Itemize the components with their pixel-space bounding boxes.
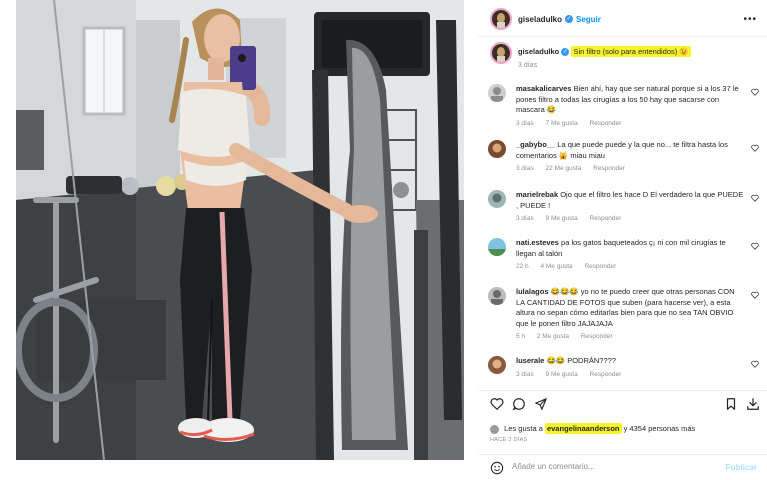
actions-divider (478, 390, 767, 391)
comment-text: 😂😂😂 yo no te puedo creer que otras perso… (516, 287, 735, 328)
comment-likes[interactable]: 9 Me gusta (546, 371, 578, 378)
comment-likes[interactable]: 2 Me gusta (537, 333, 569, 340)
comment-username[interactable]: luserale (516, 356, 544, 365)
reply-button[interactable]: Responder (584, 263, 616, 270)
commenter-avatar[interactable] (488, 287, 506, 305)
follow-button[interactable]: Seguir (576, 15, 601, 24)
comment-item: lulalagos 😂😂😂 yo no te puedo creer que o… (478, 287, 767, 347)
heart-icon[interactable] (751, 88, 759, 96)
commenter-avatar[interactable] (488, 140, 506, 158)
comment-item: nati.esteves pa los gatos baqueteados ç¡… (478, 238, 767, 276)
comment-username[interactable]: lulalagos (516, 287, 549, 296)
caption-text: Sin filtro (solo para entendidos) 😉 (571, 46, 691, 57)
comment-text: 😂😂 PODRÁN???? (546, 356, 616, 365)
comment-time: 5 h (516, 333, 526, 340)
comment-username[interactable]: marielrebak (516, 190, 558, 199)
emoji-icon[interactable] (490, 461, 504, 475)
comment-likes[interactable]: 9 Me gusta (546, 215, 578, 222)
likes-count[interactable]: y 4354 personas más (624, 424, 696, 433)
add-comment-bar: Publicar (478, 454, 767, 480)
post-header: giseladulko ✓ Seguir ••• (478, 2, 767, 36)
comment-time: 3 días (516, 215, 534, 222)
post-date: HACE 3 DÍAS (490, 437, 528, 443)
instagram-post-window: giseladulko ✓ Seguir ••• giseladulko ✓ S… (0, 0, 767, 480)
liker-username[interactable]: evangelinaanderson (544, 423, 622, 434)
verified-icon: ✓ (565, 15, 573, 23)
comment-likes[interactable]: 4 Me gusta (540, 263, 572, 270)
comment-item: _gabybo__ La que puede puede y la que no… (478, 140, 767, 178)
more-icon[interactable]: ••• (743, 14, 757, 25)
caption-username[interactable]: giseladulko (518, 47, 559, 56)
comment-item: marielrebak Ojo que el filtro les hace D… (478, 190, 767, 228)
commenter-avatar[interactable] (488, 238, 506, 256)
reply-button[interactable]: Responder (590, 120, 622, 127)
post-photo[interactable] (16, 0, 464, 460)
header-divider (478, 36, 767, 37)
reply-button[interactable]: Responder (590, 215, 622, 222)
commenter-avatar[interactable] (488, 84, 506, 102)
reply-button[interactable]: Responder (593, 165, 625, 172)
comment-item: masakalicarves Bien ahí, hay que ser nat… (478, 84, 767, 128)
likes-prefix: Les gusta a (504, 424, 543, 433)
comment-icon[interactable] (512, 397, 526, 411)
comment-likes[interactable]: 7 Me gusta (546, 120, 578, 127)
comment-likes[interactable]: 22 Me gusta (546, 165, 582, 172)
comment-time: 3 días (516, 165, 534, 172)
commenter-avatar[interactable] (488, 190, 506, 208)
comment-time: 3 días (516, 370, 534, 378)
liker-avatar (490, 424, 499, 434)
comment-time: 3 días (516, 119, 534, 127)
comment-username[interactable]: masakalicarves (516, 84, 571, 93)
commenter-avatar[interactable] (488, 356, 506, 374)
comment-time: 22 h (516, 263, 529, 270)
post-side-panel: giseladulko ✓ Seguir ••• giseladulko ✓ S… (478, 0, 767, 480)
heart-icon[interactable] (751, 291, 759, 299)
heart-icon[interactable] (751, 194, 759, 202)
heart-icon[interactable] (751, 242, 759, 250)
verified-icon: ✓ (561, 48, 570, 57)
reply-button[interactable]: Responder (581, 333, 613, 340)
comment-username[interactable]: _gabybo__ (516, 140, 555, 149)
share-icon[interactable] (534, 397, 548, 411)
comment-input[interactable] (512, 462, 712, 471)
download-icon[interactable] (746, 397, 760, 411)
bookmark-icon[interactable] (724, 397, 738, 411)
post-caption: giseladulko ✓ Sin filtro (solo para ente… (478, 40, 767, 74)
author-username[interactable]: giseladulko (518, 15, 562, 24)
caption-time: 3 días (518, 62, 538, 69)
caption-avatar[interactable] (490, 42, 512, 64)
likes-summary: Les gusta a evangelinaanderson y 4354 pe… (490, 423, 760, 434)
comment-username[interactable]: nati.esteves (516, 238, 559, 247)
reply-button[interactable]: Responder (590, 371, 622, 378)
heart-icon[interactable] (751, 144, 759, 152)
comment-item: luserale 😂😂 PODRÁN???? 3 días 9 Me gusta… (478, 356, 767, 384)
author-avatar[interactable] (490, 8, 512, 30)
gym-mirror-selfie-image (16, 0, 464, 460)
heart-icon[interactable] (490, 397, 504, 411)
heart-icon[interactable] (751, 360, 759, 368)
action-bar (478, 395, 767, 415)
publish-button[interactable]: Publicar (725, 463, 757, 472)
